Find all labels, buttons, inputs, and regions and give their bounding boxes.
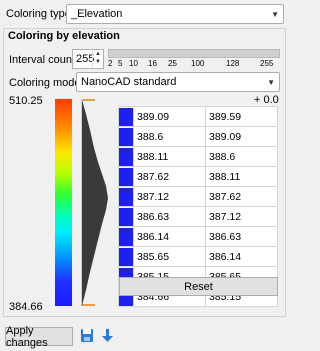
scale-min-label: 384.66 xyxy=(9,301,43,313)
save-icon[interactable] xyxy=(80,328,94,343)
reset-button[interactable]: Reset xyxy=(119,277,278,296)
color-swatch[interactable] xyxy=(118,186,134,207)
apply-changes-button[interactable]: Apply changes xyxy=(5,325,73,349)
coloring-type-dropdown[interactable]: _Elevation ▼ xyxy=(66,4,284,24)
tick-label: 16 xyxy=(148,59,157,68)
color-swatch[interactable] xyxy=(118,126,134,147)
tick-label: 2 xyxy=(108,59,113,68)
tick-label: 128 xyxy=(226,59,240,68)
color-swatch[interactable] xyxy=(118,246,134,267)
table-row[interactable]: 387.12 387.62 xyxy=(118,186,278,207)
coloring-model-label: Coloring model: xyxy=(9,77,87,89)
table-row[interactable]: 386.14 386.63 xyxy=(118,226,278,247)
interval-count-label: Interval count: xyxy=(9,54,79,66)
interval-slider[interactable] xyxy=(108,49,280,58)
interval-high-cell: 389.09 xyxy=(205,126,278,147)
download-arrow-icon[interactable] xyxy=(101,328,114,344)
interval-high-cell: 386.63 xyxy=(205,226,278,247)
offset-value: + 0.0 xyxy=(254,94,279,106)
interval-low-cell: 387.12 xyxy=(133,186,206,207)
swatch-fill xyxy=(119,167,133,186)
swatch-fill xyxy=(119,227,133,246)
interval-low-cell: 387.62 xyxy=(133,166,206,187)
elevation-color-gradient xyxy=(55,99,72,306)
tick-label: 255 xyxy=(260,59,274,68)
swatch-fill xyxy=(119,187,133,206)
table-row[interactable]: 387.62 388.11 xyxy=(118,166,278,187)
interval-slider-ticks: 2 5 10 16 25 100 128 255 xyxy=(108,59,280,69)
table-row[interactable]: 388.6 389.09 xyxy=(118,126,278,147)
chevron-down-icon: ▼ xyxy=(267,77,275,87)
table-row[interactable]: 389.09 389.59 xyxy=(118,106,278,127)
color-swatch[interactable] xyxy=(118,146,134,167)
swatch-fill xyxy=(119,147,133,166)
coloring-model-dropdown[interactable]: NanoCAD standard ▼ xyxy=(76,72,280,92)
color-swatch[interactable] xyxy=(118,106,134,127)
elevation-histogram xyxy=(82,100,108,306)
interval-low-cell: 386.14 xyxy=(133,226,206,247)
coloring-type-label: Coloring type: xyxy=(6,8,74,20)
interval-high-cell: 387.12 xyxy=(205,206,278,227)
interval-count-spinbox[interactable]: 255 ▲ ▼ xyxy=(72,49,104,69)
interval-high-cell: 388.6 xyxy=(205,146,278,167)
scale-max-label: 510.25 xyxy=(9,95,43,107)
interval-low-cell: 386.63 xyxy=(133,206,206,227)
tick-label: 10 xyxy=(129,59,138,68)
color-swatch[interactable] xyxy=(118,226,134,247)
group-title: Coloring by elevation xyxy=(8,30,120,42)
table-row[interactable]: 388.11 388.6 xyxy=(118,146,278,167)
interval-low-cell: 388.11 xyxy=(133,146,206,167)
tick-label: 100 xyxy=(191,59,205,68)
swatch-fill xyxy=(119,127,133,146)
table-row[interactable]: 385.65 386.14 xyxy=(118,246,278,267)
table-row[interactable]: 386.63 387.12 xyxy=(118,206,278,227)
swatch-fill xyxy=(119,107,133,126)
interval-low-cell: 388.6 xyxy=(133,126,206,147)
interval-high-cell: 387.62 xyxy=(205,186,278,207)
spinner-arrows-icon[interactable]: ▲ ▼ xyxy=(92,50,103,68)
chevron-down-icon: ▼ xyxy=(271,9,279,19)
color-swatch[interactable] xyxy=(118,166,134,187)
coloring-type-value: _Elevation xyxy=(71,8,123,20)
interval-low-cell: 385.65 xyxy=(133,246,206,267)
interval-high-cell: 386.14 xyxy=(205,246,278,267)
interval-high-cell: 389.59 xyxy=(205,106,278,127)
coloring-model-value: NanoCAD standard xyxy=(81,76,177,88)
interval-low-cell: 389.09 xyxy=(133,106,206,127)
tick-label: 25 xyxy=(168,59,177,68)
color-swatch[interactable] xyxy=(118,206,134,227)
swatch-fill xyxy=(119,207,133,226)
interval-high-cell: 388.11 xyxy=(205,166,278,187)
swatch-fill xyxy=(119,247,133,266)
tick-label: 5 xyxy=(118,59,123,68)
